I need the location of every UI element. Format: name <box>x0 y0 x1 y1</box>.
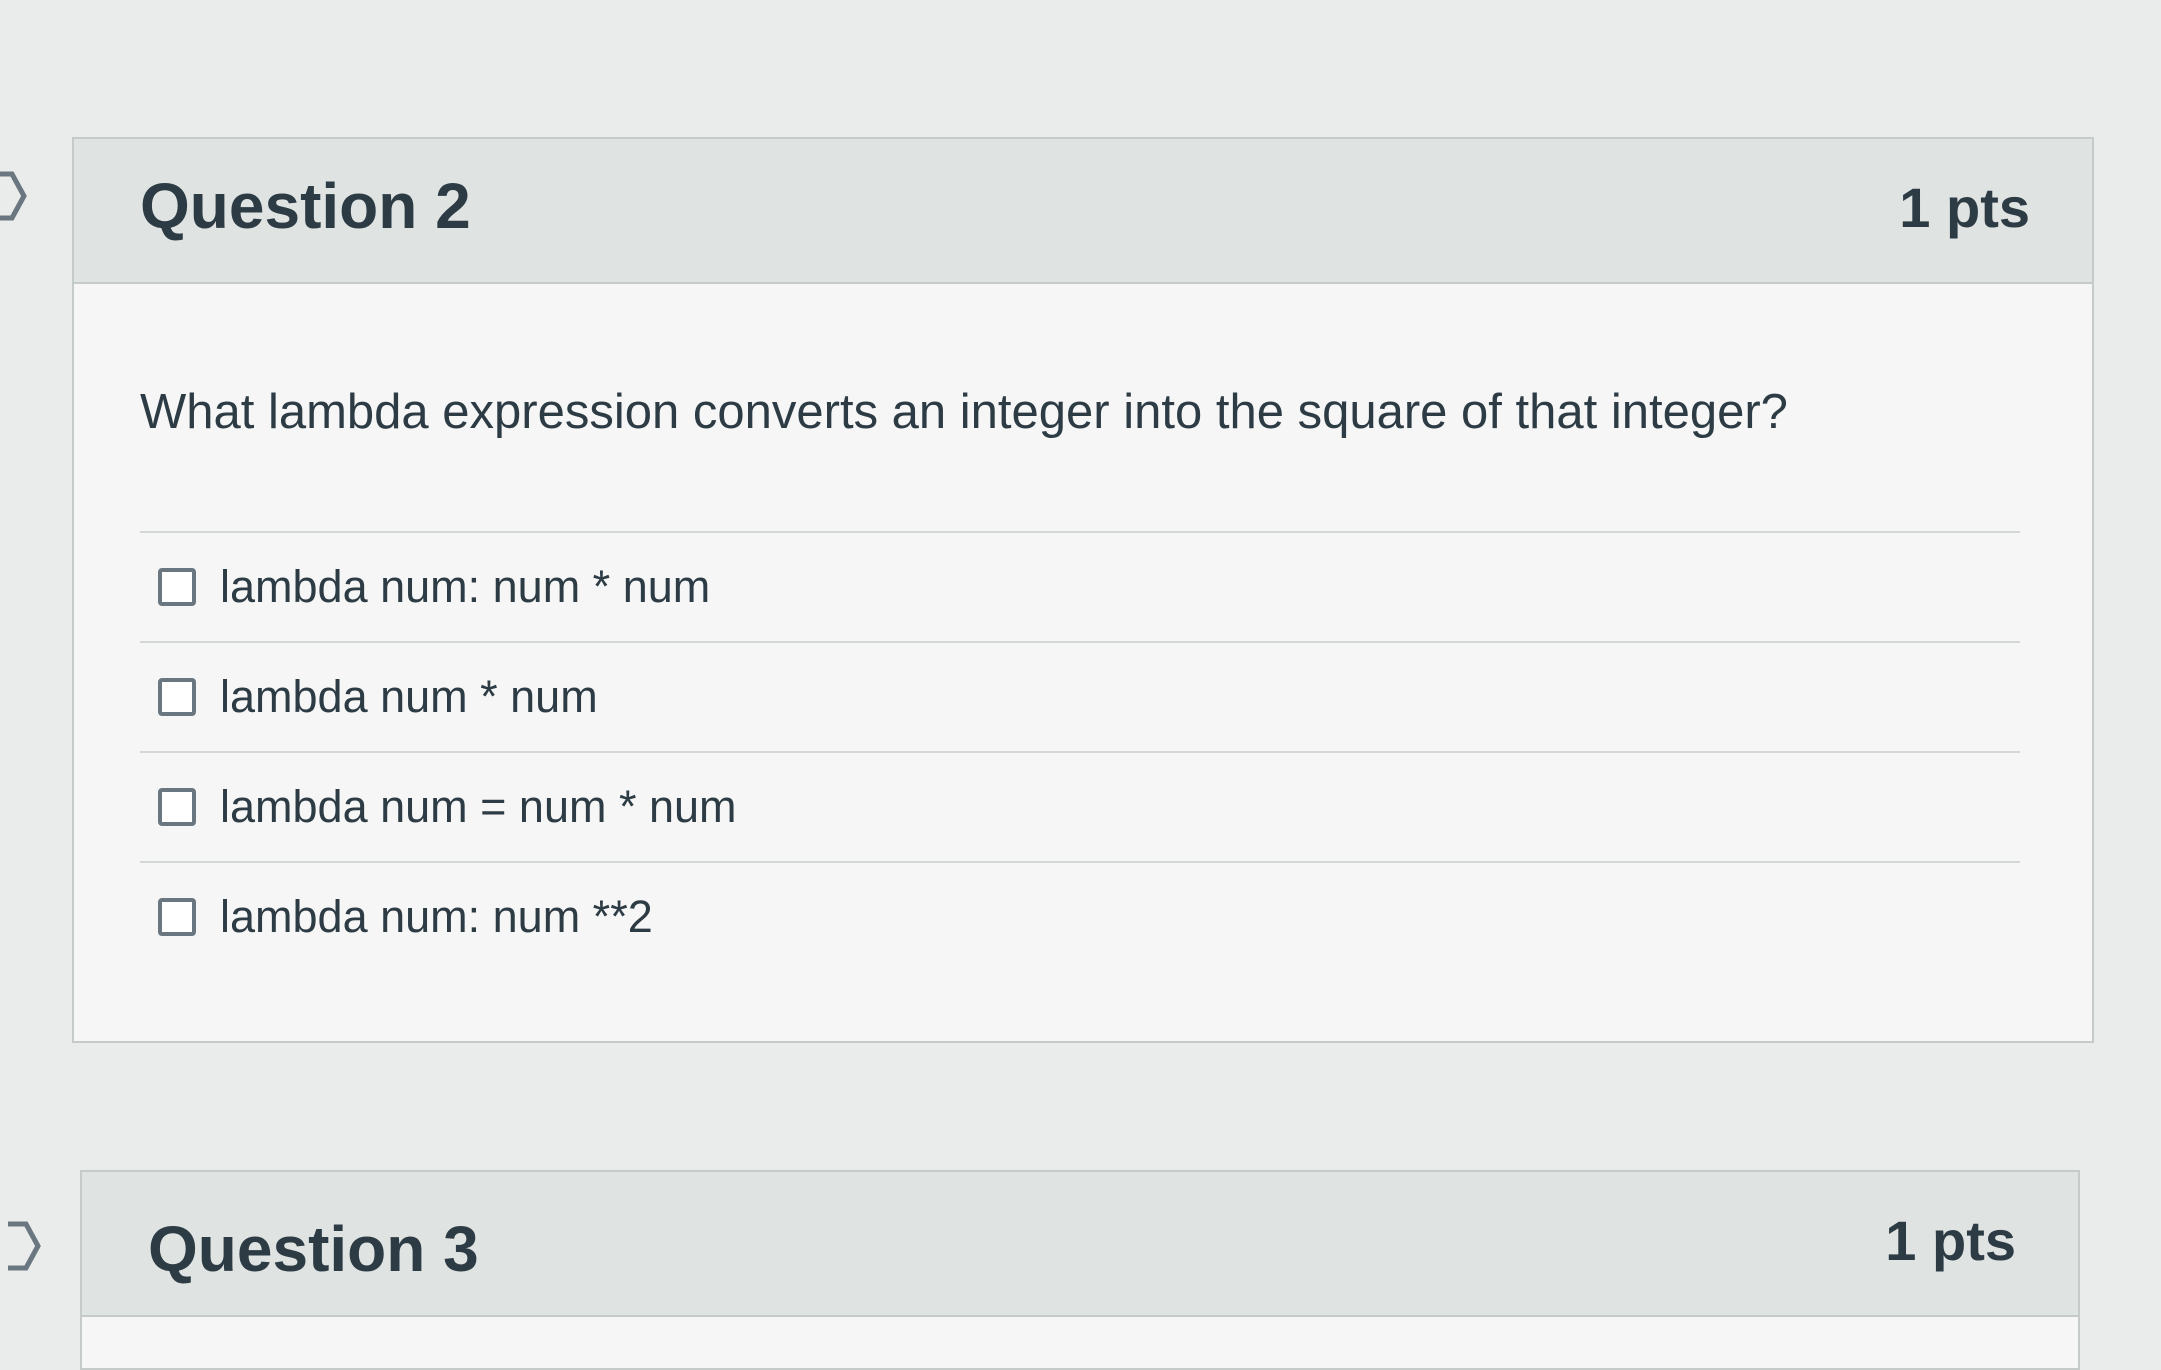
question-points: 1 pts <box>1899 176 2030 239</box>
question-2-card: Question 2 1 pts What lambda expression … <box>72 137 2094 1043</box>
answer-option[interactable]: lambda num = num * num <box>140 751 2020 861</box>
flag-question-icon[interactable] <box>0 168 28 224</box>
question-header: Question 3 1 pts <box>82 1172 2078 1317</box>
answer-label[interactable]: lambda num = num * num <box>220 781 737 833</box>
checkbox-icon[interactable] <box>158 898 196 936</box>
answer-label[interactable]: lambda num: num **2 <box>220 891 653 943</box>
answer-option[interactable]: lambda num * num <box>140 641 2020 751</box>
question-3-card: Question 3 1 pts <box>80 1170 2080 1370</box>
answer-label[interactable]: lambda num * num <box>220 671 598 723</box>
question-points: 1 pts <box>1885 1209 2016 1272</box>
checkbox-icon[interactable] <box>158 568 196 606</box>
answer-option[interactable]: lambda num: num * num <box>140 531 2020 641</box>
question-header: Question 2 1 pts <box>74 139 2092 284</box>
answer-label[interactable]: lambda num: num * num <box>220 561 710 613</box>
checkbox-icon[interactable] <box>158 788 196 826</box>
question-title: Question 3 <box>148 1213 479 1285</box>
answer-list: lambda num: num * num lambda num * num l… <box>140 531 2020 971</box>
question-text: What lambda expression converts an integ… <box>140 385 1788 439</box>
question-title: Question 2 <box>140 170 471 242</box>
checkbox-icon[interactable] <box>158 678 196 716</box>
answer-option[interactable]: lambda num: num **2 <box>140 861 2020 971</box>
